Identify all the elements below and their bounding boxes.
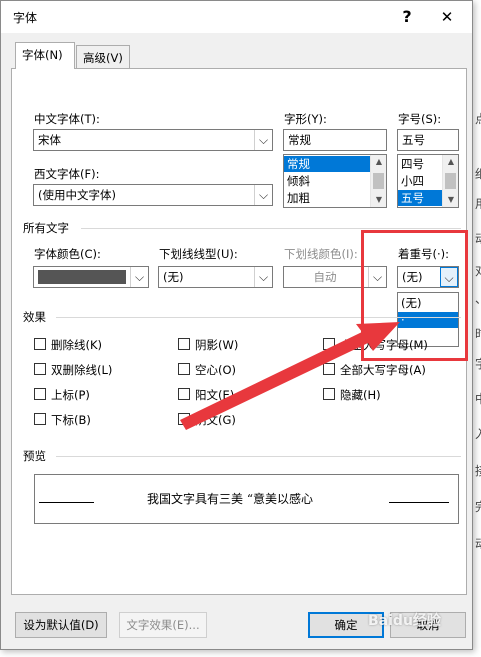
preview-box: 我国文字具有三美 “意美以感心 bbox=[34, 474, 459, 524]
underline-color-label: 下划线颜色(I): bbox=[284, 247, 358, 261]
font-size-label: 字号(S): bbox=[398, 112, 442, 126]
preview-left-rule bbox=[39, 502, 94, 503]
title-bar: 字体 ? ✕ bbox=[1, 1, 472, 33]
tab-advanced[interactable]: 高级(V) bbox=[76, 45, 130, 69]
preview-right-rule bbox=[389, 502, 449, 503]
subscript-checkbox[interactable] bbox=[34, 413, 46, 425]
western-font-value: (使用中文字体) bbox=[38, 188, 116, 202]
double-strikethrough-label[interactable]: 双删除线(L) bbox=[51, 362, 112, 378]
underline-style-value: (无) bbox=[163, 270, 184, 284]
chinese-font-label: 中文字体(T): bbox=[34, 112, 100, 126]
scroll-up-icon[interactable]: ▲ bbox=[443, 155, 458, 169]
font-color-combo[interactable]: ⌵ bbox=[33, 266, 149, 288]
dialog-title: 字体 bbox=[13, 11, 38, 25]
help-button[interactable]: ? bbox=[393, 4, 421, 30]
all-caps-label[interactable]: 全部大写字母(A) bbox=[340, 362, 426, 378]
superscript-label[interactable]: 上标(P) bbox=[51, 387, 90, 403]
close-button[interactable]: ✕ bbox=[433, 4, 461, 30]
bg-right-char: 细 bbox=[475, 165, 481, 182]
chevron-down-icon[interactable]: ⌵ bbox=[130, 267, 148, 287]
watermark: Baidu经验 bbox=[368, 613, 441, 629]
bg-right-char: 用 bbox=[475, 195, 481, 212]
list-item[interactable]: 加粗 bbox=[284, 190, 370, 206]
scroll-down-icon[interactable]: ▼ bbox=[443, 193, 458, 207]
font-size-input[interactable]: 五号 bbox=[397, 129, 459, 151]
annotation-highlight-box bbox=[361, 230, 468, 361]
chevron-down-icon[interactable]: ⌵ bbox=[254, 267, 272, 287]
list-item[interactable]: 五号 bbox=[398, 190, 442, 206]
tab-font[interactable]: 字体(N) bbox=[15, 42, 75, 69]
bg-right-char: 动 bbox=[475, 230, 481, 247]
outline-checkbox[interactable] bbox=[178, 363, 190, 375]
western-font-combo[interactable]: (使用中文字体) ⌵ bbox=[33, 184, 273, 206]
bg-right-char: 、 bbox=[475, 290, 481, 307]
font-size-list[interactable]: 四号 小四 五号 ▲ ▼ bbox=[397, 154, 459, 208]
font-style-list[interactable]: 常规 倾斜 加粗 ▲ ▼ bbox=[283, 154, 387, 208]
chevron-down-icon[interactable]: ⌵ bbox=[254, 185, 272, 205]
underline-style-combo[interactable]: (无) ⌵ bbox=[158, 266, 273, 288]
font-style-value: 常规 bbox=[288, 133, 311, 147]
strikethrough-label[interactable]: 删除线(K) bbox=[51, 337, 102, 353]
list-item[interactable]: 常规 bbox=[284, 156, 370, 172]
hidden-checkbox[interactable] bbox=[323, 388, 335, 400]
western-font-label: 西文字体(F): bbox=[34, 167, 100, 181]
bg-right-char: 动 bbox=[475, 535, 481, 552]
scroll-up-icon[interactable]: ▲ bbox=[371, 155, 386, 169]
scrollbar[interactable]: ▲ ▼ bbox=[370, 155, 386, 207]
all-text-heading: 所有文字 bbox=[23, 221, 69, 235]
shadow-label[interactable]: 阴影(W) bbox=[195, 337, 238, 353]
divider bbox=[56, 456, 461, 457]
bg-right-char: 点 bbox=[475, 110, 481, 127]
engrave-checkbox[interactable] bbox=[178, 413, 190, 425]
tab-advanced-label: 高级(V) bbox=[83, 51, 123, 65]
engrave-label[interactable]: 阴文(G) bbox=[195, 412, 236, 428]
scrollbar-thumb[interactable] bbox=[373, 173, 384, 189]
small-caps-checkbox[interactable] bbox=[323, 338, 335, 350]
strikethrough-checkbox[interactable] bbox=[34, 338, 46, 350]
text-effects-button[interactable]: 文字效果(E)... bbox=[119, 612, 207, 638]
font-style-label: 字形(Y): bbox=[284, 112, 327, 126]
bg-right-char: 时 bbox=[475, 325, 481, 342]
font-size-value: 五号 bbox=[402, 133, 425, 147]
set-default-button[interactable]: 设为默认值(D) bbox=[15, 612, 107, 638]
emboss-checkbox[interactable] bbox=[178, 388, 190, 400]
shadow-checkbox[interactable] bbox=[178, 338, 190, 350]
list-item[interactable]: 四号 bbox=[398, 156, 442, 172]
preview-heading: 预览 bbox=[23, 449, 46, 463]
font-color-label: 字体颜色(C): bbox=[34, 247, 101, 261]
bg-right-char: 字 bbox=[475, 355, 481, 372]
font-style-input[interactable]: 常规 bbox=[283, 129, 387, 151]
bg-right-char: 完 bbox=[475, 498, 481, 515]
scrollbar-thumb[interactable] bbox=[445, 173, 456, 189]
preview-sample-text: 我国文字具有三美 “意美以感心 bbox=[147, 492, 313, 506]
effects-heading: 效果 bbox=[23, 310, 46, 324]
chevron-down-icon[interactable]: ⌵ bbox=[254, 130, 272, 150]
bg-right-char: 中 bbox=[475, 390, 481, 407]
all-caps-checkbox[interactable] bbox=[323, 363, 335, 375]
divider bbox=[81, 228, 461, 229]
scroll-down-icon[interactable]: ▼ bbox=[371, 193, 386, 207]
scrollbar[interactable]: ▲ ▼ bbox=[442, 155, 458, 207]
tab-font-label: 字体(N) bbox=[22, 48, 63, 62]
chinese-font-combo[interactable]: 宋体 ⌵ bbox=[33, 129, 273, 151]
subscript-label[interactable]: 下标(B) bbox=[51, 412, 91, 428]
bg-right-char: 入 bbox=[475, 425, 481, 442]
hidden-label[interactable]: 隐藏(H) bbox=[340, 387, 381, 403]
double-strikethrough-checkbox[interactable] bbox=[34, 363, 46, 375]
bg-right-char: 对 bbox=[475, 262, 481, 279]
outline-label[interactable]: 空心(O) bbox=[195, 362, 236, 378]
underline-style-label: 下划线线型(U): bbox=[159, 247, 238, 261]
superscript-checkbox[interactable] bbox=[34, 388, 46, 400]
list-item[interactable]: 小四 bbox=[398, 173, 442, 189]
bg-right-char: 接 bbox=[475, 462, 481, 479]
emboss-label[interactable]: 阳文(E) bbox=[195, 387, 234, 403]
chinese-font-value: 宋体 bbox=[38, 133, 61, 147]
underline-color-value: 自动 bbox=[313, 270, 337, 284]
font-color-swatch bbox=[38, 270, 126, 284]
list-item[interactable]: 倾斜 bbox=[284, 173, 370, 189]
